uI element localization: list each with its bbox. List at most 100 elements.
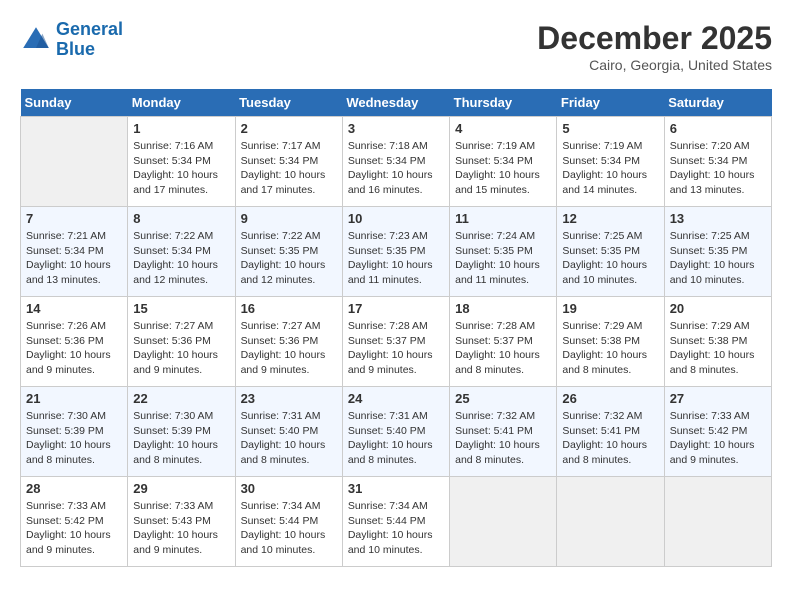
day-number: 11 [455,211,551,226]
day-number: 15 [133,301,229,316]
day-info: Sunrise: 7:20 AMSunset: 5:34 PMDaylight:… [670,139,766,198]
day-info: Sunrise: 7:34 AMSunset: 5:44 PMDaylight:… [348,499,444,558]
day-info: Sunrise: 7:27 AMSunset: 5:36 PMDaylight:… [241,319,337,378]
day-info: Sunrise: 7:30 AMSunset: 5:39 PMDaylight:… [133,409,229,468]
table-row: 26Sunrise: 7:32 AMSunset: 5:41 PMDayligh… [557,387,664,477]
table-row: 3Sunrise: 7:18 AMSunset: 5:34 PMDaylight… [342,117,449,207]
day-info: Sunrise: 7:26 AMSunset: 5:36 PMDaylight:… [26,319,122,378]
day-number: 28 [26,481,122,496]
table-row: 28 Sunrise: 7:33 AMSunset: 5:42 PMDayligh… [21,477,128,567]
table-row [664,477,771,567]
day-number: 13 [670,211,766,226]
table-row: 8 Sunrise: 7:22 AMSunset: 5:34 PMDaylight… [128,207,235,297]
day-number: 8 [133,211,229,226]
weekday-thursday: Thursday [450,89,557,117]
calendar-table: SundayMondayTuesdayWednesdayThursdayFrid… [20,89,772,567]
weekday-sunday: Sunday [21,89,128,117]
day-number: 5 [562,121,658,136]
table-row: 6 Sunrise: 7:20 AMSunset: 5:34 PMDaylight… [664,117,771,207]
day-number: 2 [241,121,337,136]
table-row: 4Sunrise: 7:19 AMSunset: 5:34 PMDaylight… [450,117,557,207]
day-number: 25 [455,391,551,406]
day-info: Sunrise: 7:18 AMSunset: 5:34 PMDaylight:… [348,139,444,198]
week-row-5: 28 Sunrise: 7:33 AMSunset: 5:42 PMDayligh… [21,477,772,567]
weekday-monday: Monday [128,89,235,117]
day-number: 17 [348,301,444,316]
table-row: 30Sunrise: 7:34 AMSunset: 5:44 PMDayligh… [235,477,342,567]
week-row-3: 14Sunrise: 7:26 AMSunset: 5:36 PMDayligh… [21,297,772,387]
day-number: 29 [133,481,229,496]
day-number: 31 [348,481,444,496]
day-number: 4 [455,121,551,136]
table-row [21,117,128,207]
table-row: 11Sunrise: 7:24 AMSunset: 5:35 PMDayligh… [450,207,557,297]
month-title: December 2025 [537,20,772,57]
day-info: Sunrise: 7:32 AMSunset: 5:41 PMDaylight:… [455,409,551,468]
page-header: General Blue December 2025 Cairo, Georgi… [20,20,772,73]
table-row: 20Sunrise: 7:29 AMSunset: 5:38 PMDayligh… [664,297,771,387]
day-number: 7 [26,211,122,226]
logo-icon [20,24,52,56]
day-info: Sunrise: 7:29 AMSunset: 5:38 PMDaylight:… [562,319,658,378]
table-row: 19 Sunrise: 7:29 AMSunset: 5:38 PMDayligh… [557,297,664,387]
day-number: 10 [348,211,444,226]
table-row: 5 Sunrise: 7:19 AMSunset: 5:34 PMDaylight… [557,117,664,207]
location: Cairo, Georgia, United States [537,57,772,73]
logo: General Blue [20,20,123,60]
day-number: 26 [562,391,658,406]
day-number: 6 [670,121,766,136]
weekday-saturday: Saturday [664,89,771,117]
day-info: Sunrise: 7:29 AMSunset: 5:38 PMDaylight:… [670,319,766,378]
day-number: 24 [348,391,444,406]
weekday-tuesday: Tuesday [235,89,342,117]
logo-text: General Blue [56,20,123,60]
day-number: 16 [241,301,337,316]
day-info: Sunrise: 7:30 AMSunset: 5:39 PMDaylight:… [26,409,122,468]
table-row [557,477,664,567]
table-row: 12Sunrise: 7:25 AMSunset: 5:35 PMDayligh… [557,207,664,297]
day-info: Sunrise: 7:31 AMSunset: 5:40 PMDaylight:… [241,409,337,468]
table-row: 27 Sunrise: 7:33 AMSunset: 5:42 PMDayligh… [664,387,771,477]
day-info: Sunrise: 7:33 AMSunset: 5:42 PMDaylight:… [670,409,766,468]
table-row: 10 Sunrise: 7:23 AMSunset: 5:35 PMDayligh… [342,207,449,297]
day-info: Sunrise: 7:34 AMSunset: 5:44 PMDaylight:… [241,499,337,558]
day-number: 21 [26,391,122,406]
day-info: Sunrise: 7:33 AMSunset: 5:42 PMDaylight:… [26,499,122,558]
day-info: Sunrise: 7:31 AMSunset: 5:40 PMDaylight:… [348,409,444,468]
day-number: 22 [133,391,229,406]
day-info: Sunrise: 7:17 AMSunset: 5:34 PMDaylight:… [241,139,337,198]
day-number: 12 [562,211,658,226]
day-number: 27 [670,391,766,406]
table-row [450,477,557,567]
table-row: 23 Sunrise: 7:31 AMSunset: 5:40 PMDayligh… [235,387,342,477]
weekday-header-row: SundayMondayTuesdayWednesdayThursdayFrid… [21,89,772,117]
table-row: 7 Sunrise: 7:21 AMSunset: 5:34 PMDaylight… [21,207,128,297]
table-row: 14Sunrise: 7:26 AMSunset: 5:36 PMDayligh… [21,297,128,387]
table-row: 24 Sunrise: 7:31 AMSunset: 5:40 PMDayligh… [342,387,449,477]
day-info: Sunrise: 7:33 AMSunset: 5:43 PMDaylight:… [133,499,229,558]
week-row-2: 7 Sunrise: 7:21 AMSunset: 5:34 PMDaylight… [21,207,772,297]
table-row: 17 Sunrise: 7:28 AMSunset: 5:37 PMDayligh… [342,297,449,387]
weekday-wednesday: Wednesday [342,89,449,117]
table-row: 18Sunrise: 7:28 AMSunset: 5:37 PMDayligh… [450,297,557,387]
day-info: Sunrise: 7:19 AMSunset: 5:34 PMDaylight:… [562,139,658,198]
day-number: 9 [241,211,337,226]
day-info: Sunrise: 7:23 AMSunset: 5:35 PMDaylight:… [348,229,444,288]
day-info: Sunrise: 7:28 AMSunset: 5:37 PMDaylight:… [348,319,444,378]
table-row: 1Sunrise: 7:16 AMSunset: 5:34 PMDaylight… [128,117,235,207]
table-row: 25 Sunrise: 7:32 AMSunset: 5:41 PMDayligh… [450,387,557,477]
table-row: 9Sunrise: 7:22 AMSunset: 5:35 PMDaylight… [235,207,342,297]
day-number: 23 [241,391,337,406]
table-row: 13 Sunrise: 7:25 AMSunset: 5:35 PMDayligh… [664,207,771,297]
day-info: Sunrise: 7:21 AMSunset: 5:34 PMDaylight:… [26,229,122,288]
day-number: 19 [562,301,658,316]
day-info: Sunrise: 7:22 AMSunset: 5:34 PMDaylight:… [133,229,229,288]
calendar-body: 1Sunrise: 7:16 AMSunset: 5:34 PMDaylight… [21,117,772,567]
day-info: Sunrise: 7:25 AMSunset: 5:35 PMDaylight:… [670,229,766,288]
table-row: 22 Sunrise: 7:30 AMSunset: 5:39 PMDayligh… [128,387,235,477]
title-block: December 2025 Cairo, Georgia, United Sta… [537,20,772,73]
day-info: Sunrise: 7:28 AMSunset: 5:37 PMDaylight:… [455,319,551,378]
table-row: 15 Sunrise: 7:27 AMSunset: 5:36 PMDayligh… [128,297,235,387]
week-row-4: 21 Sunrise: 7:30 AMSunset: 5:39 PMDayligh… [21,387,772,477]
day-info: Sunrise: 7:27 AMSunset: 5:36 PMDaylight:… [133,319,229,378]
